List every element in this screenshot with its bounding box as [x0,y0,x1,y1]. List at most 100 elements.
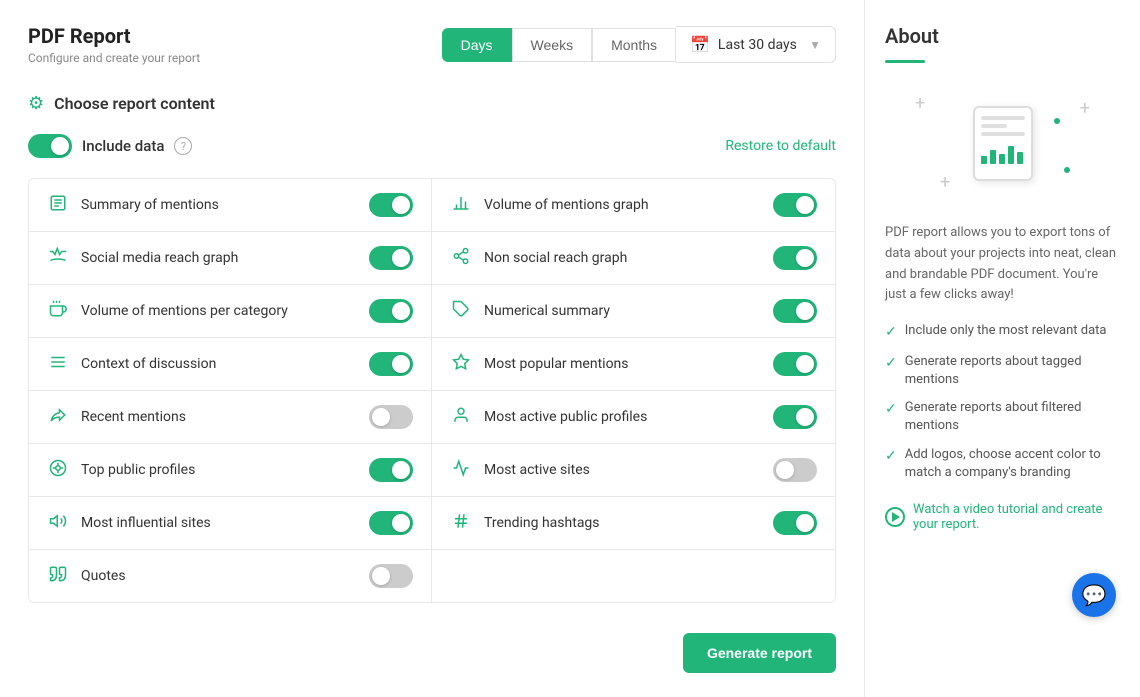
volume-graph-toggle[interactable] [773,193,817,217]
plus-deco-3: + [940,172,950,193]
feature-item-2: ✓ Generate reports about filtered mention… [885,399,1120,435]
grid-item-summary: Summary of mentions [29,179,432,232]
include-data-toggle[interactable] [28,134,72,158]
about-illustration: + + + [885,83,1120,203]
item-left-social-reach: Social media reach graph [47,247,238,270]
popular-label: Most popular mentions [484,356,629,372]
summary-label: Summary of mentions [81,197,219,213]
item-left-numerical: Numerical summary [450,300,610,323]
context-toggle[interactable] [369,352,413,376]
social-reach-icon [47,247,69,270]
item-left-non-social: Non social reach graph [450,247,627,270]
feature-text-2: Generate reports about filtered mentions [905,399,1120,435]
influential-sites-toggle[interactable] [369,511,413,535]
non-social-icon [450,247,472,270]
time-controls: Days Weeks Months 📅 Last 30 days ▼ [442,26,836,63]
item-left-volume-graph: Volume of mentions graph [450,194,649,217]
page-subtitle: Configure and create your report [28,51,200,65]
summary-toggle[interactable] [369,193,413,217]
feature-text-3: Add logos, choose accent color to match … [905,446,1120,482]
chat-icon: 💬 [1082,583,1107,607]
page-title: PDF Report [28,24,200,48]
weeks-button[interactable]: Weeks [512,28,593,62]
numerical-label: Numerical summary [484,303,610,319]
gear-icon: ⚙ [28,93,44,114]
top-profiles-toggle[interactable] [369,458,413,482]
volume-category-toggle[interactable] [369,299,413,323]
check-icon-2: ✓ [885,400,897,420]
plus-deco-1: + [915,93,925,114]
social-reach-toggle[interactable] [369,246,413,270]
non-social-label: Non social reach graph [484,250,627,266]
include-data-label: Include data [82,137,164,155]
item-left-summary: Summary of mentions [47,194,219,217]
grid-item-active-profiles: Most active public profiles [432,391,835,444]
dot-deco-2 [1064,167,1070,173]
feature-text-1: Generate reports about tagged mentions [905,353,1120,389]
volume-graph-label: Volume of mentions graph [484,197,649,213]
grid-item-volume-graph: Volume of mentions graph [432,179,835,232]
top-profiles-label: Top public profiles [81,462,195,478]
date-range-text: Last 30 days [718,37,797,53]
about-title: About [885,24,1120,48]
check-icon-0: ✓ [885,323,897,343]
feature-item-0: ✓ Include only the most relevant data [885,322,1120,343]
about-description: PDF report allows you to export tons of … [885,223,1120,306]
item-left-influential-sites: Most influential sites [47,512,211,535]
grid-item-numerical: Numerical summary [432,285,835,338]
non-social-toggle[interactable] [773,246,817,270]
active-profiles-icon [450,406,472,429]
plus-deco-2: + [1080,98,1090,119]
play-icon [885,507,905,527]
social-reach-label: Social media reach graph [81,250,238,266]
active-sites-icon [450,459,472,482]
numerical-icon [450,300,472,323]
popular-toggle[interactable] [773,352,817,376]
popular-icon [450,353,472,376]
recent-label: Recent mentions [81,409,186,425]
item-left-recent: Recent mentions [47,406,186,429]
item-left-popular: Most popular mentions [450,353,629,376]
feature-text-0: Include only the most relevant data [905,322,1107,340]
active-profiles-toggle[interactable] [773,405,817,429]
generate-report-button[interactable]: Generate report [683,633,836,673]
grid-item-context: Context of discussion [29,338,432,391]
footer: Generate report [28,613,836,673]
about-divider [885,60,925,63]
chat-bubble[interactable]: 💬 [1072,573,1116,617]
active-sites-toggle[interactable] [773,458,817,482]
date-range-picker[interactable]: 📅 Last 30 days ▼ [676,26,836,63]
feature-item-1: ✓Generate reports about tagged mentions [885,353,1120,389]
grid-item-active-sites: Most active sites [432,444,835,497]
calendar-icon: 📅 [690,35,710,54]
dot-deco-1 [1054,118,1060,124]
volume-category-label: Volume of mentions per category [81,303,288,319]
grid-item-empty [432,550,835,602]
doc-illustration [973,106,1033,181]
influential-sites-icon [47,512,69,535]
item-left-context: Context of discussion [47,353,216,376]
quotes-toggle[interactable] [369,564,413,588]
grid-item-influential-sites: Most influential sites [29,497,432,550]
hashtags-toggle[interactable] [773,511,817,535]
grid-item-quotes: Quotes [29,550,432,602]
context-label: Context of discussion [81,356,216,372]
video-tutorial-link[interactable]: Watch a video tutorial and create your r… [885,502,1120,532]
numerical-toggle[interactable] [773,299,817,323]
feature-item-3: ✓Add logos, choose accent color to match… [885,446,1120,482]
grid-item-non-social: Non social reach graph [432,232,835,285]
page-header: PDF Report Configure and create your rep… [28,24,200,65]
recent-toggle[interactable] [369,405,413,429]
item-left-volume-category: Volume of mentions per category [47,300,288,323]
item-left-active-profiles: Most active public profiles [450,406,647,429]
include-data-row: Include data ? Restore to default [28,134,836,158]
days-button[interactable]: Days [442,28,512,62]
item-left-hashtags: Trending hashtags [450,512,600,535]
items-grid: Summary of mentions Volume of mentions g… [28,178,836,603]
about-features: ✓Include only the most relevant data✓Gen… [885,322,1120,482]
help-icon[interactable]: ? [174,137,192,155]
quotes-label: Quotes [81,568,126,584]
restore-default-link[interactable]: Restore to default [725,138,836,154]
months-button[interactable]: Months [592,28,676,62]
volume-graph-icon [450,194,472,217]
